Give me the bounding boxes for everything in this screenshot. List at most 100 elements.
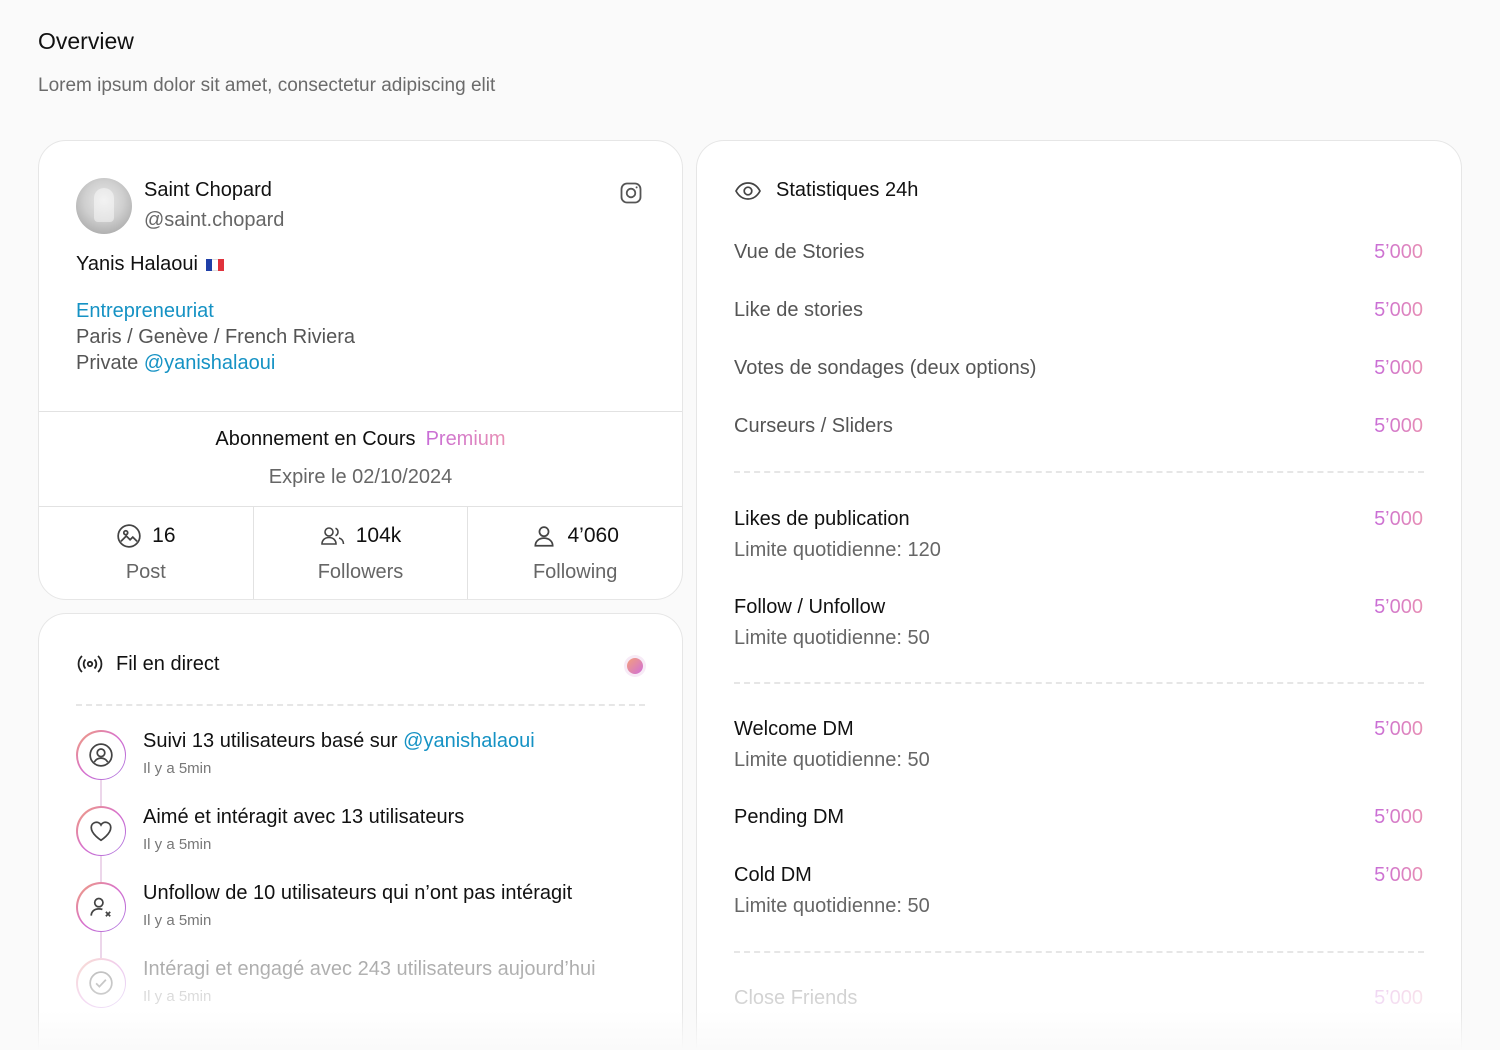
eye-icon <box>735 181 761 200</box>
image-icon <box>117 524 141 548</box>
feed-item-text: Suivi 13 utilisateurs basé sur @yanishal… <box>143 730 535 753</box>
check-circle-icon <box>89 971 113 995</box>
stat-row[interactable]: Pending DM 5’000 <box>734 806 1423 829</box>
divider <box>734 951 1424 953</box>
feed-item[interactable]: Aimé et intéragit avec 13 utilisateurs I… <box>76 806 656 882</box>
feed-item-icon-ring <box>76 730 126 780</box>
user-x-icon <box>90 897 111 917</box>
account-handle: @saint.chopard <box>144 209 285 231</box>
bio: Entrepreneuriat Paris / Genève / French … <box>76 298 355 376</box>
users-icon <box>320 527 345 545</box>
timeline-connector <box>100 856 102 882</box>
bio-category[interactable]: Entrepreneuriat <box>76 298 355 324</box>
page-title: Overview <box>38 28 134 54</box>
feed-item-text: Intéragi et engagé avec 243 utilisateurs… <box>143 958 596 980</box>
stat-row[interactable]: Likes de publication Limite quotidienne:… <box>734 508 1423 562</box>
feed-item-time: Il y a 5min <box>143 760 212 777</box>
stats-header: Statistiques 24h <box>734 179 918 202</box>
live-feed-card: Fil en direct Suivi 13 utilisateurs basé… <box>38 613 683 1050</box>
flag-france-icon <box>205 258 224 271</box>
subscription-section: Abonnement en Cours Premium Expire le 02/… <box>39 411 682 507</box>
feed-list: Suivi 13 utilisateurs basé sur @yanishal… <box>76 730 656 1034</box>
stat-row-label: Pending DM <box>734 806 845 828</box>
stat-post[interactable]: 16 Post <box>39 507 254 599</box>
feed-item[interactable]: Intéragi et engagé avec 243 utilisateurs… <box>76 958 656 1034</box>
stat-row[interactable]: Vue de Stories 5’000 <box>734 241 1423 264</box>
stat-row-label: Welcome DM <box>734 718 854 740</box>
stat-row-label: Likes de publication <box>734 508 910 530</box>
stat-row-label: Curseurs / Sliders <box>734 415 893 437</box>
feed-item-text: Aimé et intéragit avec 13 utilisateurs <box>143 806 465 828</box>
stat-row-value: 5’000 <box>1374 357 1423 379</box>
stat-following[interactable]: 4’060 Following <box>468 507 682 599</box>
stat-row[interactable]: Curseurs / Sliders 5’000 <box>734 415 1423 438</box>
heart-icon <box>90 821 112 842</box>
instagram-icon[interactable] <box>619 181 643 205</box>
feed-item-icon-ring <box>76 958 126 1008</box>
stat-row-value: 5’000 <box>1374 987 1423 1009</box>
feed-item-handle-link[interactable]: @yanishalaoui <box>403 730 535 752</box>
bio-private-handle-link[interactable]: @yanishalaoui <box>144 352 276 374</box>
stat-following-value: 4’060 <box>567 524 619 547</box>
stat-post-label: Post <box>125 561 166 583</box>
stat-row-value: 5’000 <box>1374 596 1423 618</box>
stat-row-value: 5’000 <box>1374 864 1423 886</box>
stats-24h-card: Statistiques 24h Vue de Stories 5’000 Li… <box>696 140 1462 1050</box>
stat-followers-value: 104k <box>355 524 402 547</box>
timeline-connector <box>100 780 102 806</box>
divider <box>734 682 1424 684</box>
feed-item-time: Il y a 5min <box>143 912 212 929</box>
stat-row-label: Vue de Stories <box>734 241 865 263</box>
user-icon <box>534 526 555 547</box>
stat-post-value: 16 <box>152 524 176 547</box>
stat-row[interactable]: Votes de sondages (deux options) 5’000 <box>734 357 1423 380</box>
profile-card: Saint Chopard @saint.chopard Yanis Halao… <box>38 140 683 600</box>
stat-row[interactable]: Like de stories 5’000 <box>734 299 1423 322</box>
avatar[interactable] <box>76 178 132 234</box>
stat-row[interactable]: Welcome DM Limite quotidienne: 50 5’000 <box>734 718 1423 772</box>
stat-row-value: 5’000 <box>1374 241 1423 263</box>
subscription-label: Abonnement en Cours <box>215 428 416 450</box>
stat-followers-label: Followers <box>317 561 404 583</box>
full-name: Yanis Halaoui <box>76 253 224 276</box>
broadcast-icon <box>77 655 103 673</box>
subscription-line: Abonnement en Cours Premium <box>39 428 682 451</box>
stat-row[interactable]: Close Friends 5’000 <box>734 987 1423 1010</box>
stat-row[interactable]: Cold DM Limite quotidienne: 50 5’000 <box>734 864 1423 918</box>
stat-row-limit: Limite quotidienne: 50 <box>734 895 930 917</box>
feed-item-icon-ring <box>76 882 126 932</box>
bio-private-prefix: Private <box>76 352 139 374</box>
divider <box>76 704 645 706</box>
stat-row-limit: Limite quotidienne: 50 <box>734 749 930 771</box>
stat-row-label: Votes de sondages (deux options) <box>734 357 1037 379</box>
stat-row-value: 5’000 <box>1374 508 1423 530</box>
divider <box>734 471 1424 473</box>
page-subtitle: Lorem ipsum dolor sit amet, consectetur … <box>38 75 496 96</box>
stat-row-label: Cold DM <box>734 864 812 886</box>
feed-item-icon-ring <box>76 806 126 856</box>
stat-followers[interactable]: 104k Followers <box>254 507 469 599</box>
live-status-dot <box>627 658 643 674</box>
stat-row-value: 5’000 <box>1374 718 1423 740</box>
feed-item-text: Unfollow de 10 utilisateurs qui n’ont pa… <box>143 882 573 904</box>
profile-stats: 16 Post 104k Followers 4’060 Following <box>39 507 682 599</box>
stat-following-label: Following <box>532 561 618 583</box>
feed-header: Fil en direct <box>76 652 219 676</box>
stat-row-value: 5’000 <box>1374 806 1423 828</box>
stat-row-label: Follow / Unfollow <box>734 596 886 618</box>
feed-item[interactable]: Suivi 13 utilisateurs basé sur @yanishal… <box>76 730 656 806</box>
feed-item[interactable]: Unfollow de 10 utilisateurs qui n’ont pa… <box>76 882 656 958</box>
user-circle-icon <box>89 743 113 767</box>
stat-row[interactable]: Follow / Unfollow Limite quotidienne: 50… <box>734 596 1423 650</box>
full-name-text: Yanis Halaoui <box>76 253 198 275</box>
stat-row-limit: Limite quotidienne: 50 <box>734 627 930 649</box>
stat-row-limit: Limite quotidienne: 120 <box>734 539 941 561</box>
account-name: Saint Chopard <box>144 179 272 201</box>
feed-item-time: Il y a 5min <box>143 836 212 853</box>
subscription-expiry: Expire le 02/10/2024 <box>268 466 453 488</box>
bio-location: Paris / Genève / French Riviera <box>76 326 355 348</box>
bio-private-line: Private @yanishalaoui <box>76 350 355 376</box>
stat-row-label: Close Friends <box>734 987 858 1009</box>
stat-row-value: 5’000 <box>1374 299 1423 321</box>
subscription-plan-badge: Premium <box>425 428 506 450</box>
